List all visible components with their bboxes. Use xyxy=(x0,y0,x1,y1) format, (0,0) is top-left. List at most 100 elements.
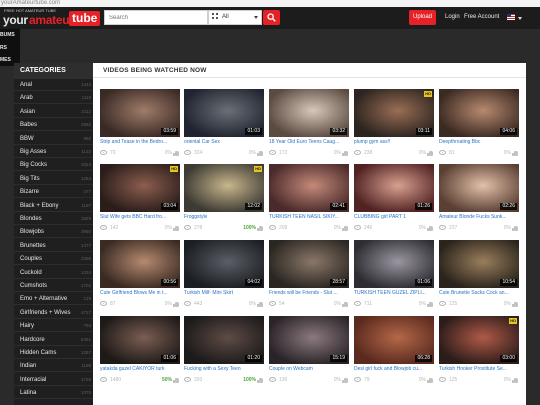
video-title[interactable]: Slut Wife gets BBC Hard fro... xyxy=(100,214,180,221)
sidebar-category-item[interactable]: Indian 1188 xyxy=(14,360,93,373)
sidebar-category-item[interactable]: Emo + Alternative 129 xyxy=(14,293,93,306)
video-card[interactable]: 28:57 Friends will be Friends - Slut ... 5… xyxy=(269,240,349,314)
video-title[interactable]: 18 Year Old Euro Teens Caug... xyxy=(269,139,349,146)
video-card[interactable]: 10:54 Cute Brunette Sucks Cock an... 125 0% xyxy=(439,240,519,314)
video-thumbnail[interactable]: 28:57 xyxy=(269,240,349,288)
video-card[interactable]: HD 12:02 Froggstyle 278 100% xyxy=(184,164,264,238)
video-title[interactable]: CLUBBING girl PART 1 xyxy=(354,214,434,221)
video-card[interactable]: 02:26 Amateur Blonde Fucks Sunk... 237 0% xyxy=(439,164,519,238)
sidebar-category-item[interactable]: Big Asses 1132 xyxy=(14,146,93,158)
video-thumbnail[interactable]: 10:54 xyxy=(439,240,519,288)
sidebar-category-item[interactable]: Interracial 1728 xyxy=(14,374,93,386)
sidebar-category-item[interactable]: Girlfriends + Wives 4727 xyxy=(14,307,93,319)
video-thumbnail[interactable]: HD 03:11 xyxy=(354,89,434,137)
video-title[interactable]: Amateur Blonde Fucks Sunk... xyxy=(439,214,519,221)
sidebar-category-item[interactable]: Couples 2398 xyxy=(14,253,93,266)
sidebar-category-item[interactable]: Cumshots 1702 xyxy=(14,280,93,292)
video-title[interactable]: TURKISH TEEN GUZEL ZIPLI... xyxy=(354,290,434,297)
video-thumbnail[interactable]: 02:41 xyxy=(269,164,349,212)
video-thumbnail[interactable]: 01:03 xyxy=(184,89,264,137)
sidebar-category-item[interactable]: Big Cocks 1024 xyxy=(14,159,93,172)
category-count: 129 xyxy=(83,296,91,302)
login-link[interactable]: Login xyxy=(445,10,460,25)
video-title[interactable]: Turkish Milf- Mini Skirt xyxy=(184,290,264,297)
video-title[interactable]: Desi girl fuck and Blowjob cu... xyxy=(354,366,434,373)
video-thumbnail[interactable]: 01:06 xyxy=(354,240,434,288)
video-thumbnail[interactable]: 04:02 xyxy=(184,240,264,288)
eye-icon xyxy=(354,225,361,230)
sidebar-category-item[interactable]: Brunettes 1477 xyxy=(14,240,93,252)
left-nav-item[interactable]: BUMS xyxy=(0,32,15,38)
us-flag-icon[interactable] xyxy=(507,14,515,20)
video-card[interactable]: 04:06 Deepthroating Bbc 81 0% xyxy=(439,89,519,163)
video-thumbnail[interactable]: 00:56 xyxy=(100,240,180,288)
video-card[interactable]: 01:03 oriental Car Sex 324 0% xyxy=(184,89,264,163)
video-title[interactable]: Deepthroating Bbc xyxy=(439,139,519,146)
sidebar-category-item[interactable]: Hardcore 8461 xyxy=(14,334,93,346)
video-title[interactable]: Cute Girlfriend Blows Me in t... xyxy=(100,290,180,297)
video-card[interactable]: 01:26 CLUBBING girl PART 1 246 0% xyxy=(354,164,434,238)
sidebar-category-item[interactable]: Blondes 1829 xyxy=(14,213,93,225)
left-nav-item[interactable]: MES xyxy=(0,57,11,63)
sidebar-category-item[interactable]: Hairy 794 xyxy=(14,320,93,333)
sidebar-category-item[interactable]: Bizarre 477 xyxy=(14,186,93,199)
video-title[interactable]: Fucking with a Sexy Teen xyxy=(184,366,264,373)
sidebar-category-item[interactable]: BBW 892 xyxy=(14,133,93,145)
video-card[interactable]: 15:19 Couple on Webcam 130 0% xyxy=(269,316,349,390)
video-title[interactable]: Strip and Tease in the Bedro... xyxy=(100,139,180,146)
video-thumbnail[interactable]: 01:20 xyxy=(184,316,264,364)
video-thumbnail[interactable]: 06:28 xyxy=(354,316,434,364)
video-card[interactable]: HD 03:04 Slut Wife gets BBC Hard fro... 142… xyxy=(100,164,180,238)
video-title[interactable]: TURKISH TEEN NASIL SIKIY... xyxy=(269,214,349,221)
video-thumbnail[interactable]: 15:19 xyxy=(269,316,349,364)
video-title[interactable]: Couple on Webcam xyxy=(269,366,349,373)
video-card[interactable]: HD 03:00 Turkish Hooker Prostitute Se... 12… xyxy=(439,316,519,390)
video-thumbnail[interactable]: HD 03:00 xyxy=(439,316,519,364)
video-card[interactable]: 01:06 yatakda guzel CAKIYOR turk 1480 50% xyxy=(100,316,180,390)
video-title[interactable]: plump gym ass!! xyxy=(354,139,434,146)
video-thumbnail[interactable]: HD 12:02 xyxy=(184,164,264,212)
sidebar-category-item[interactable]: Latina 1375 xyxy=(14,387,93,400)
thumbs-up-icon xyxy=(512,225,518,231)
video-title[interactable]: oriental Car Sex xyxy=(184,139,264,146)
video-card[interactable]: 01:20 Fucking with a Sexy Teen 203 100% xyxy=(184,316,264,390)
video-thumbnail[interactable]: 04:06 xyxy=(439,89,519,137)
sidebar-category-item[interactable]: Cuckold 1334 xyxy=(14,267,93,279)
video-card[interactable]: 04:02 Turkish Milf- Mini Skirt 443 0% xyxy=(184,240,264,314)
video-title[interactable]: yatakda guzel CAKIYOR turk xyxy=(100,366,180,373)
sidebar-category-item[interactable]: Big Tits 1254 xyxy=(14,173,93,185)
video-card[interactable]: 02:41 TURKISH TEEN NASIL SIKIY... 209 0% xyxy=(269,164,349,238)
search-scope-select[interactable]: All xyxy=(208,10,262,25)
video-thumbnail[interactable]: 01:26 xyxy=(354,164,434,212)
sidebar-category-item[interactable]: Black + Ebony 1197 xyxy=(14,200,93,212)
video-title[interactable]: Cute Brunette Sucks Cock an... xyxy=(439,290,519,297)
video-thumbnail[interactable]: 02:26 xyxy=(439,164,519,212)
category-name: Big Asses xyxy=(20,149,47,155)
video-title[interactable]: Froggstyle xyxy=(184,214,264,221)
video-thumbnail[interactable]: 03:32 xyxy=(269,89,349,137)
sidebar-category-item[interactable]: Hidden Cams 1287 xyxy=(14,347,93,359)
sidebar-category-item[interactable]: Anal 1444 xyxy=(14,79,93,91)
video-card[interactable]: 00:56 Cute Girlfriend Blows Me in t... 87 0… xyxy=(100,240,180,314)
left-nav-item[interactable]: RS xyxy=(0,45,7,51)
video-card[interactable]: 06:28 Desi girl fuck and Blowjob cu... 79 0… xyxy=(354,316,434,390)
video-thumbnail[interactable]: 03:59 xyxy=(100,89,180,137)
video-title[interactable]: Turkish Hooker Prostitute Se... xyxy=(439,366,519,373)
view-count: 203 xyxy=(194,377,203,383)
sidebar-category-item[interactable]: Blowjobs 3960 xyxy=(14,226,93,239)
sidebar-category-item[interactable]: Arab 1118 xyxy=(14,92,93,105)
site-logo[interactable]: FREE HOT AMATEUR TUBE your amateur tube xyxy=(3,8,101,28)
free-account-link[interactable]: Free Account xyxy=(464,10,499,25)
search-input[interactable] xyxy=(104,10,208,25)
video-card[interactable]: 03:59 Strip and Tease in the Bedro... 70 0% xyxy=(100,89,180,163)
sidebar-category-item[interactable]: Asian 2112 xyxy=(14,106,93,118)
video-thumbnail[interactable]: HD 03:04 xyxy=(100,164,180,212)
video-title[interactable]: Friends will be Friends - Slut ... xyxy=(269,290,349,297)
video-card[interactable]: 01:06 TURKISH TEEN GUZEL ZIPLI... 711 0% xyxy=(354,240,434,314)
upload-button[interactable]: Upload xyxy=(409,10,436,25)
video-card[interactable]: HD 03:11 plump gym ass!! 238 0% xyxy=(354,89,434,163)
video-card[interactable]: 03:32 18 Year Old Euro Teens Caug... 172 0% xyxy=(269,89,349,163)
video-thumbnail[interactable]: 01:06 xyxy=(100,316,180,364)
sidebar-category-item[interactable]: Babes 2562 xyxy=(14,119,93,132)
search-button[interactable] xyxy=(263,10,280,25)
